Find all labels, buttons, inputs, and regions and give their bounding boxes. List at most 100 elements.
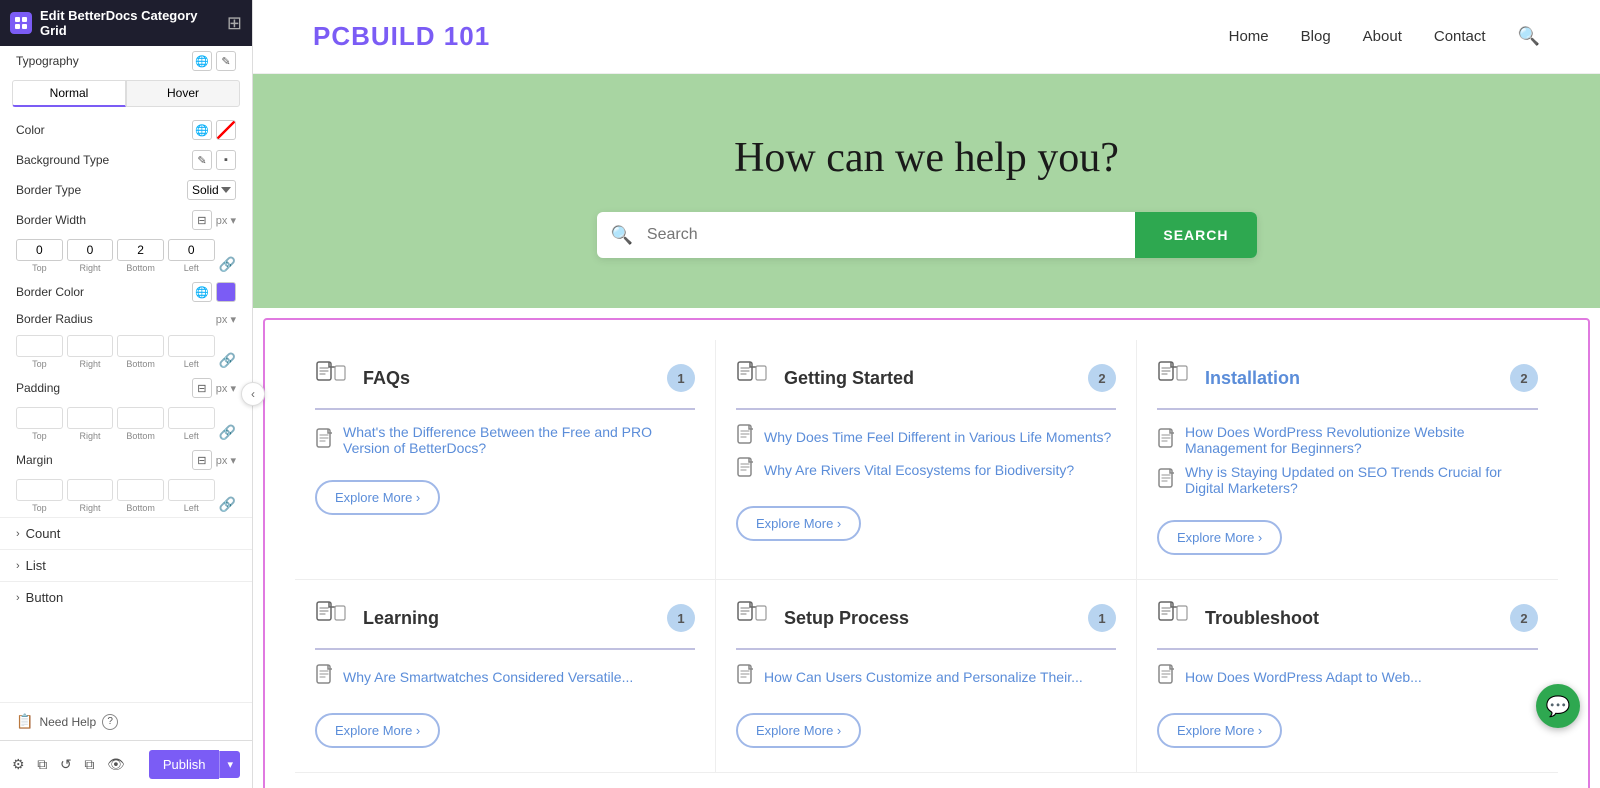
chat-fab-button[interactable]: 💬	[1536, 684, 1580, 728]
eye-preview-icon[interactable]: 👁	[107, 754, 125, 776]
category-title: Setup Process	[784, 608, 1088, 629]
radius-right-input[interactable]	[67, 335, 114, 357]
nav-about[interactable]: About	[1363, 28, 1402, 45]
radius-left-label: Left	[184, 359, 199, 369]
category-article-link[interactable]: Why Does Time Feel Different in Various …	[764, 429, 1111, 445]
grid-icon[interactable]: ⊞	[227, 13, 242, 34]
explore-more-button[interactable]: Explore More ›	[736, 506, 861, 541]
tab-normal[interactable]: Normal	[12, 80, 126, 107]
margin-header-row: Margin ⊟ px ▾	[0, 445, 252, 475]
category-article-link[interactable]: Why Are Rivers Vital Ecosystems for Biod…	[764, 462, 1074, 478]
bg-pen-btn[interactable]: ✎	[192, 150, 212, 170]
border-bottom-input[interactable]: 2	[117, 239, 164, 261]
border-top-input[interactable]: 0	[16, 239, 63, 261]
category-article-link[interactable]: What's the Difference Between the Free a…	[343, 424, 695, 456]
doc-icon	[736, 664, 756, 689]
padding-bottom-input[interactable]	[117, 407, 164, 429]
margin-bottom-input[interactable]	[117, 479, 164, 501]
typography-controls: 🌐 ✎	[192, 51, 236, 71]
panel-content: Typography 🌐 ✎ Normal Hover Color 🌐	[0, 46, 252, 702]
tab-hover[interactable]: Hover	[126, 80, 240, 107]
radius-left-input[interactable]	[168, 335, 215, 357]
nav-blog[interactable]: Blog	[1301, 28, 1331, 45]
doc-icon	[315, 664, 335, 689]
nav-contact[interactable]: Contact	[1434, 28, 1486, 45]
site-frame: PCBUILD 101 Home Blog About Contact 🔍 Ho…	[253, 0, 1600, 788]
category-header: Learning 1	[315, 600, 695, 650]
border-width-inputs: 0 Top 0 Right 2 Bottom 0 Left 🔗	[0, 235, 252, 277]
category-count-badge: 1	[667, 604, 695, 632]
category-link-item: Why Are Rivers Vital Ecosystems for Biod…	[736, 457, 1116, 482]
padding-top-input[interactable]	[16, 407, 63, 429]
category-article-link[interactable]: Why is Staying Updated on SEO Trends Cru…	[1185, 464, 1538, 496]
margin-top-input[interactable]	[16, 479, 63, 501]
category-title: FAQs	[363, 368, 667, 389]
border-color-swatch[interactable]	[216, 282, 236, 302]
category-article-link[interactable]: How Does WordPress Revolutionize Website…	[1185, 424, 1538, 456]
color-globe-btn[interactable]: 🌐	[192, 120, 212, 140]
explore-more-button[interactable]: Explore More ›	[1157, 713, 1282, 748]
nav-home[interactable]: Home	[1229, 28, 1269, 45]
margin-left-input[interactable]	[168, 479, 215, 501]
typography-row: Typography 🌐 ✎	[0, 46, 252, 76]
category-folder-icon	[1157, 360, 1193, 396]
typography-label: Typography	[16, 54, 186, 68]
list-section-label: List	[26, 558, 46, 573]
category-folder-icon	[1157, 600, 1193, 636]
publish-main-btn[interactable]: Publish	[149, 750, 220, 779]
explore-more-button[interactable]: Explore More ›	[315, 480, 440, 515]
typography-edit-btn[interactable]: ✎	[216, 51, 236, 71]
border-color-globe-btn[interactable]: 🌐	[192, 282, 212, 302]
nav-search-icon[interactable]: 🔍	[1518, 26, 1540, 47]
category-article-link[interactable]: Why Are Smartwatches Considered Versatil…	[343, 669, 633, 685]
padding-link-icon[interactable]: 🔗	[219, 424, 236, 441]
radius-top-input[interactable]	[16, 335, 63, 357]
radius-link-icon[interactable]: 🔗	[219, 352, 236, 369]
margin-right-input[interactable]	[67, 479, 114, 501]
search-input[interactable]	[647, 212, 1135, 258]
search-button[interactable]: SEARCH	[1135, 212, 1256, 258]
publish-arrow-btn[interactable]: ▾	[219, 751, 240, 778]
doc-icon	[1157, 428, 1177, 453]
button-section-row[interactable]: › Button	[0, 581, 252, 613]
history-icon[interactable]: ↺	[60, 754, 72, 776]
border-left-input[interactable]: 0	[168, 239, 215, 261]
explore-more-button[interactable]: Explore More ›	[1157, 520, 1282, 555]
padding-right-input[interactable]	[67, 407, 114, 429]
search-bar-icon: 🔍	[597, 212, 647, 258]
layers-icon[interactable]: ⧉	[37, 754, 48, 776]
explore-more-button[interactable]: Explore More ›	[736, 713, 861, 748]
settings-icon[interactable]: ⚙	[12, 754, 25, 776]
padding-left-input[interactable]	[168, 407, 215, 429]
category-count-badge: 2	[1510, 364, 1538, 392]
category-count-badge: 1	[667, 364, 695, 392]
category-article-link[interactable]: How Does WordPress Adapt to Web...	[1185, 669, 1422, 685]
doc-icon	[736, 424, 756, 449]
collapse-panel-btn[interactable]: ‹	[241, 382, 265, 406]
category-article-link[interactable]: How Can Users Customize and Personalize …	[764, 669, 1083, 685]
border-width-link-icon[interactable]: ⊟	[192, 210, 212, 230]
padding-unit: px ▾	[216, 382, 236, 395]
bg-box-btn[interactable]: ▪	[216, 150, 236, 170]
border-link-icon[interactable]: 🔗	[219, 256, 236, 273]
border-type-label: Border Type	[16, 183, 181, 197]
explore-more-button[interactable]: Explore More ›	[315, 713, 440, 748]
typography-globe-btn[interactable]: 🌐	[192, 51, 212, 71]
border-type-select[interactable]: Solid	[187, 180, 236, 200]
need-help-text[interactable]: Need Help	[39, 715, 96, 729]
radius-bottom-input[interactable]	[117, 335, 164, 357]
category-folder-icon	[736, 360, 772, 396]
help-question-icon[interactable]: ?	[102, 714, 118, 730]
panel-footer: 📋 Need Help ?	[0, 702, 252, 740]
category-count-badge: 1	[1088, 604, 1116, 632]
margin-link-icon[interactable]: 🔗	[219, 496, 236, 513]
padding-inputs: Top Right Bottom Left 🔗	[0, 403, 252, 445]
copy-icon[interactable]: ⧉	[84, 754, 95, 776]
bg-type-row: Background Type ✎ ▪	[0, 145, 252, 175]
padding-label: Padding	[16, 381, 186, 395]
padding-left-label: Left	[184, 431, 199, 441]
color-swatch[interactable]	[216, 120, 236, 140]
list-section-row[interactable]: › List	[0, 549, 252, 581]
border-right-input[interactable]: 0	[67, 239, 114, 261]
count-section-row[interactable]: › Count	[0, 517, 252, 549]
